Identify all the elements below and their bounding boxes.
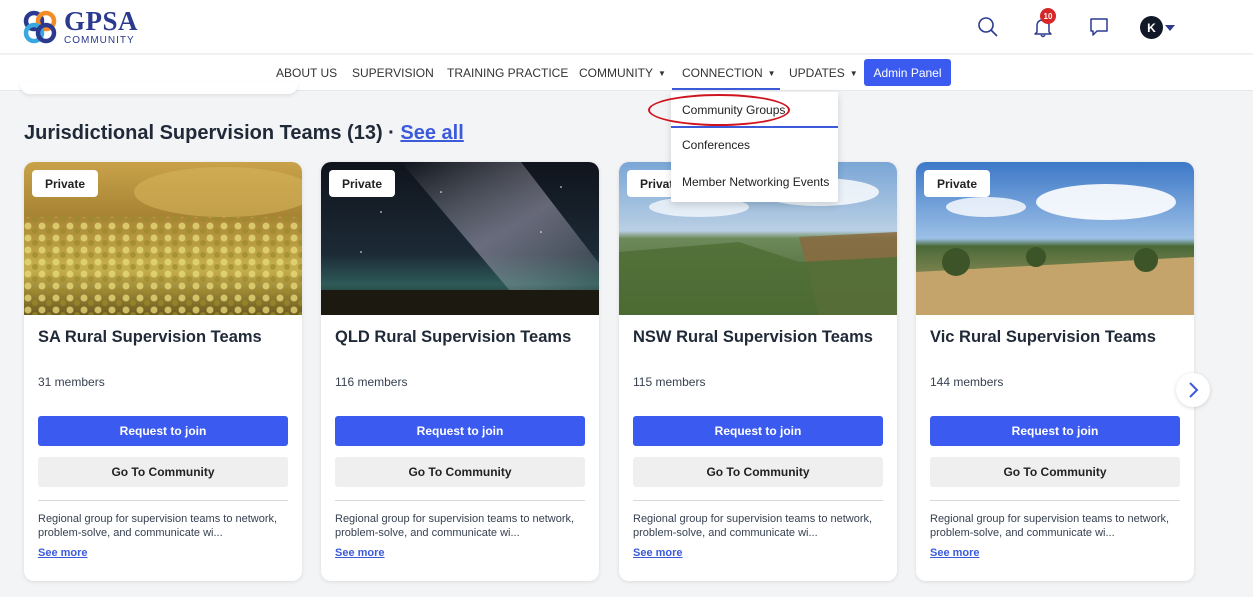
divider: [335, 500, 585, 501]
group-card: Private SA Rural Supervision Teams 31 me…: [24, 162, 302, 581]
private-tag: Private: [329, 170, 395, 197]
gpsa-logo[interactable]: GPSA COMMUNITY: [22, 8, 138, 46]
request-to-join-button[interactable]: Request to join: [38, 416, 288, 446]
caret-down-icon: ▼: [849, 69, 858, 78]
go-to-community-button[interactable]: Go To Community: [633, 457, 883, 487]
avatar[interactable]: K: [1140, 16, 1163, 39]
menu-item-active-indicator: [671, 126, 838, 128]
member-count: 116 members: [335, 375, 408, 389]
brand-name: GPSA: [64, 6, 139, 36]
request-to-join-button[interactable]: Request to join: [335, 416, 585, 446]
notification-badge: 10: [1040, 8, 1056, 24]
private-tag: Private: [32, 170, 98, 197]
go-to-community-button[interactable]: Go To Community: [38, 457, 288, 487]
request-to-join-button[interactable]: Request to join: [930, 416, 1180, 446]
connection-dropdown-menu: Community Groups Conferences Member Netw…: [671, 92, 838, 202]
menu-item-community-groups[interactable]: Community Groups: [682, 103, 785, 117]
card-image: Private: [916, 162, 1194, 315]
see-more-link[interactable]: See more: [633, 547, 683, 559]
nav-label: CONNECTION: [682, 66, 763, 80]
nav-community[interactable]: COMMUNITY ▼: [579, 66, 666, 80]
private-tag: Private: [924, 170, 990, 197]
go-to-community-button[interactable]: Go To Community: [335, 457, 585, 487]
nav-label: TRAINING PRACTICE: [447, 66, 569, 80]
caret-down-icon: ▼: [767, 69, 776, 78]
group-card: Private QLD Rural Supervision Teams 116 …: [321, 162, 599, 581]
section-title: Jurisdictional Supervision Teams (13) · …: [24, 122, 464, 145]
brand-subtitle: COMMUNITY: [64, 35, 135, 46]
admin-panel-button[interactable]: Admin Panel: [864, 59, 951, 86]
divider: [633, 500, 883, 501]
card-title: Vic Rural Supervision Teams: [930, 328, 1156, 346]
nav-label: SUPERVISION: [352, 66, 434, 80]
nav-label: COMMUNITY: [579, 66, 653, 80]
card-title: QLD Rural Supervision Teams: [335, 328, 572, 346]
chevron-down-icon[interactable]: [1165, 25, 1175, 31]
chat-icon[interactable]: [1086, 14, 1112, 40]
card-title: SA Rural Supervision Teams: [38, 328, 262, 346]
see-more-link[interactable]: See more: [38, 547, 88, 559]
chevron-right-icon: [1189, 382, 1199, 398]
card-description: Regional group for supervision teams to …: [335, 513, 575, 539]
logo-mark-icon: [23, 10, 57, 44]
card-remnant: [20, 82, 298, 94]
nav-label: ABOUT US: [276, 66, 338, 80]
menu-item-conferences[interactable]: Conferences: [682, 138, 750, 152]
card-description: Regional group for supervision teams to …: [38, 513, 278, 539]
member-count: 31 members: [38, 375, 105, 389]
nav-updates[interactable]: UPDATES ▼: [789, 66, 858, 80]
divider: [38, 500, 288, 501]
card-image: Private: [321, 162, 599, 315]
nav-label: UPDATES: [789, 66, 845, 80]
group-card: Private NSW Rural Supervision Teams 115 …: [619, 162, 897, 581]
caret-down-icon: ▼: [658, 69, 666, 78]
nav-connection[interactable]: CONNECTION ▼: [682, 66, 776, 80]
go-to-community-button[interactable]: Go To Community: [930, 457, 1180, 487]
see-more-link[interactable]: See more: [335, 547, 385, 559]
card-image: Private: [24, 162, 302, 315]
card-description: Regional group for supervision teams to …: [633, 513, 873, 539]
nav-active-indicator: [672, 88, 780, 90]
member-count: 115 members: [633, 375, 706, 389]
menu-item-member-networking-events[interactable]: Member Networking Events: [682, 175, 829, 189]
nav-training-practice[interactable]: TRAINING PRACTICE: [447, 66, 568, 80]
request-to-join-button[interactable]: Request to join: [633, 416, 883, 446]
carousel-next-button[interactable]: [1176, 373, 1210, 407]
search-icon[interactable]: [975, 14, 1001, 40]
card-description: Regional group for supervision teams to …: [930, 513, 1170, 539]
bell-icon[interactable]: 10: [1030, 8, 1056, 40]
top-header: GPSA COMMUNITY 10 K: [0, 0, 1253, 54]
see-all-link[interactable]: See all: [400, 122, 463, 144]
section-heading: Jurisdictional Supervision Teams (13) ·: [24, 122, 401, 144]
member-count: 144 members: [930, 375, 1004, 389]
nav-supervision[interactable]: SUPERVISION: [352, 66, 434, 80]
card-title: NSW Rural Supervision Teams: [633, 328, 873, 346]
see-more-link[interactable]: See more: [930, 547, 980, 559]
nav-about-us[interactable]: ABOUT US: [276, 66, 337, 80]
group-card: Private Vic Rural Supervision Teams 144 …: [916, 162, 1194, 581]
divider: [930, 500, 1180, 501]
